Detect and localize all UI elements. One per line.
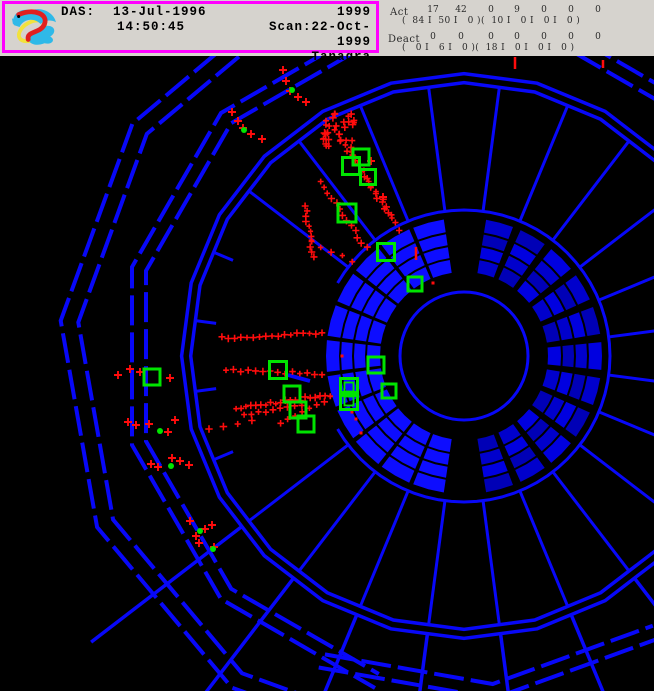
- act-count: 0: [480, 5, 502, 15]
- chamber-counters: Act 17 42 0 9 0 0 0 ( 84 I 50 I 0 )( 10 …: [388, 2, 650, 54]
- act-totals: ( 84 I 50 I 0 )( 10 I 0 I 0 I 0 ): [402, 16, 580, 26]
- deact-count: 0: [587, 32, 609, 42]
- das-date: 13-Jul-1996: [113, 5, 207, 19]
- das-label: DAS:: [61, 5, 113, 20]
- application-window: Beam:80.7 GeV DAS:13-Jul-1996 14:50:45 P…: [0, 0, 654, 691]
- act-count: 0: [533, 5, 555, 15]
- event-display[interactable]: [0, 0, 654, 691]
- act-count: 0: [587, 5, 609, 15]
- beam-value: 80.7 GeV: [113, 0, 181, 4]
- software-name: Tanagra: [239, 50, 371, 65]
- deact-count: 0: [450, 32, 472, 42]
- deact-count: 0: [422, 32, 444, 42]
- act-count: 17: [422, 5, 444, 15]
- das-time: 14:50:45: [61, 20, 239, 35]
- scan-date: Scan:22-Oct-1999: [239, 20, 371, 50]
- deact-totals: ( 0 I 6 I 0 )( 18 I 0 I 0 I 0 ): [402, 43, 574, 53]
- act-count: 9: [506, 5, 528, 15]
- deact-count: 0: [506, 32, 528, 42]
- proc-date: Proc:22-Oct-1999: [239, 0, 371, 20]
- deact-count: 0: [533, 32, 555, 42]
- run-info-panel: Beam:80.7 GeV DAS:13-Jul-1996 14:50:45 P…: [2, 1, 379, 53]
- beam-das-column: Beam:80.7 GeV DAS:13-Jul-1996 14:50:45: [61, 0, 239, 65]
- act-count: 0: [560, 5, 582, 15]
- deact-count: 0: [480, 32, 502, 42]
- act-count: 42: [450, 5, 472, 15]
- deact-count: 0: [560, 32, 582, 42]
- delphi-logo-icon: [5, 5, 61, 49]
- proc-scan-column: Proc:22-Oct-1999 Scan:22-Oct-1999 Tanagr…: [239, 0, 376, 65]
- status-bar: Beam:80.7 GeV DAS:13-Jul-1996 14:50:45 P…: [0, 0, 654, 56]
